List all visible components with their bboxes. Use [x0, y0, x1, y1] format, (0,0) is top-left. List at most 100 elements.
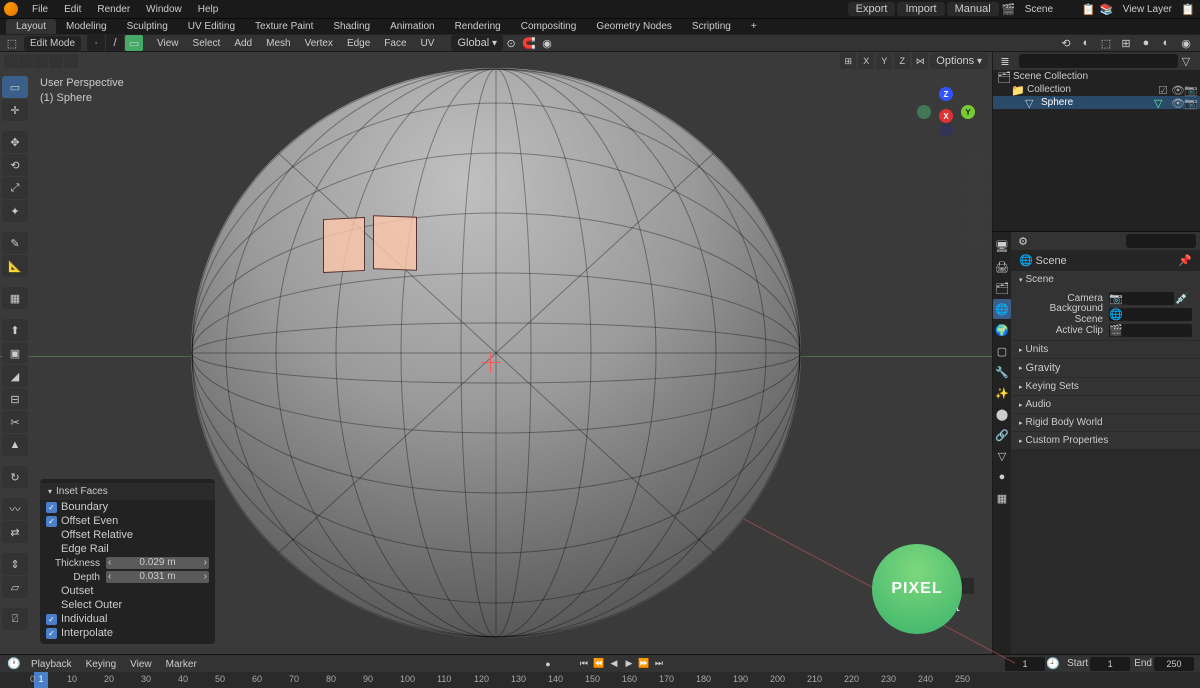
workspace-tab-sculpting[interactable]: Sculpting — [117, 19, 178, 34]
snap-icon[interactable]: 🧲 — [521, 35, 537, 51]
scene-name-field[interactable]: Scene — [1019, 2, 1079, 17]
eyedropper-icon[interactable]: 💉 — [1174, 290, 1190, 306]
jump-end-icon[interactable]: ⏭ — [652, 657, 666, 671]
workspace-tab-compositing[interactable]: Compositing — [511, 19, 587, 34]
autokey-icon[interactable]: ● — [541, 657, 555, 671]
camera-view-icon[interactable] — [966, 200, 986, 220]
prop-tab-particles[interactable]: ✨ — [993, 383, 1011, 403]
xray-toggle-icon[interactable]: ⬚ — [1098, 35, 1114, 51]
gravity-panel[interactable]: Gravity — [1011, 359, 1200, 378]
prop-tab-meshdata[interactable]: ▽ — [993, 446, 1011, 466]
3d-viewport[interactable]: ⊞ X Y Z ⋈ Options ▾ User Perspective (1)… — [0, 52, 992, 654]
prop-tab-render[interactable]: 🖥 — [993, 236, 1011, 256]
mode-dropdown[interactable]: Edit Mode — [24, 36, 81, 51]
properties-icon[interactable]: ⚙ — [1015, 233, 1031, 249]
edge-select-mode[interactable]: / — [106, 35, 124, 51]
extrude-tool[interactable]: ⬆ — [2, 319, 28, 341]
automerge-icon[interactable]: ⋈ — [912, 53, 928, 69]
outliner[interactable]: ≣ ▽ 🗂 Scene Collection 📁 Collection ☑ 👁 … — [993, 52, 1200, 232]
current-frame-field[interactable]: 1 — [1005, 657, 1045, 671]
options-dropdown[interactable]: Options ▾ — [930, 53, 988, 69]
menu-file[interactable]: File — [24, 2, 56, 17]
menu-render[interactable]: Render — [89, 2, 138, 17]
shading-matprev-icon[interactable]: ◐ — [1158, 35, 1174, 51]
overlay-toggle-icon[interactable]: ◐ — [1078, 35, 1094, 51]
interpolate-checkbox[interactable] — [46, 628, 57, 639]
header-menu-add[interactable]: Add — [227, 36, 259, 51]
timeline-menu-view[interactable]: View — [123, 657, 159, 672]
measure-tool[interactable]: 📐 — [2, 255, 28, 277]
mesh-display-icon[interactable]: ⊞ — [840, 53, 856, 69]
render-icon[interactable]: 📷 — [1184, 97, 1196, 108]
viewlayer-new-icon[interactable]: 📋 — [1180, 1, 1196, 17]
render-icon[interactable]: 📷 — [1184, 84, 1196, 95]
polybuild-tool[interactable]: ▲ — [2, 434, 28, 456]
header-menu-select[interactable]: Select — [186, 36, 228, 51]
keyingsets-panel[interactable]: Keying Sets — [1011, 378, 1200, 396]
scene-panel[interactable]: Scene Camera📷💉 Background Scene🌐 Active … — [1011, 271, 1200, 341]
header-menu-face[interactable]: Face — [377, 36, 413, 51]
timeline-ruler[interactable]: 1 01020304050607080901001101201301401501… — [0, 672, 1200, 688]
tool-settings-icon-3[interactable] — [34, 54, 48, 68]
outliner-filter-icon[interactable]: ▽ — [1178, 53, 1194, 69]
manual-button[interactable]: Manual — [947, 2, 999, 16]
timeline[interactable]: 🕐 PlaybackKeyingViewMarker ● ⏮ ⏪ ◀ ▶ ⏩ ⏭… — [0, 654, 1200, 688]
pin-icon[interactable]: 📌 — [1178, 254, 1192, 267]
zoom-icon[interactable] — [966, 152, 986, 172]
selected-face-1[interactable] — [323, 217, 365, 273]
export-button[interactable]: Export — [848, 2, 896, 16]
exclude-icon[interactable]: ☑ — [1158, 84, 1170, 95]
prop-tab-scene[interactable]: 🌐 — [993, 299, 1011, 319]
editor-type-icon[interactable]: ⬚ — [4, 35, 20, 51]
scale-tool[interactable]: ⤢ — [2, 177, 28, 199]
scene-panel-header[interactable]: Scene — [1011, 271, 1200, 288]
knife-tool[interactable]: ✂ — [2, 411, 28, 433]
play-icon[interactable]: ▶ — [622, 657, 636, 671]
selected-face-2[interactable] — [373, 215, 417, 271]
individual-checkbox[interactable] — [46, 614, 57, 625]
outliner-editor-icon[interactable]: ≣ — [997, 53, 1013, 69]
outset-checkbox[interactable] — [46, 586, 57, 597]
timeline-menu-playback[interactable]: Playback — [24, 657, 79, 672]
add-cube-tool[interactable]: ▦ — [2, 287, 28, 309]
play-reverse-icon[interactable]: ◀ — [607, 657, 621, 671]
annotate-tool[interactable]: ✎ — [2, 232, 28, 254]
header-menu-view[interactable]: View — [150, 36, 186, 51]
shading-wireframe-icon[interactable]: ⊞ — [1118, 35, 1134, 51]
offset-relative-checkbox[interactable] — [46, 530, 57, 541]
properties-search[interactable] — [1126, 234, 1196, 248]
shading-solid-icon[interactable]: ● — [1138, 35, 1154, 51]
scene-new-icon[interactable]: 📋 — [1081, 1, 1097, 17]
timeline-menu-keying[interactable]: Keying — [79, 657, 124, 672]
perspective-toggle-icon[interactable] — [966, 224, 986, 244]
move-tool[interactable]: ✥ — [2, 131, 28, 153]
import-button[interactable]: Import — [897, 2, 944, 16]
edgeslide-tool[interactable]: ⇄ — [2, 521, 28, 543]
tool-settings-icon[interactable] — [4, 54, 18, 68]
outliner-collection[interactable]: 📁 Collection ☑ 👁 📷 — [993, 83, 1200, 96]
gizmo-toggle-icon[interactable]: ⟲ — [1058, 35, 1074, 51]
outliner-item-sphere[interactable]: ▽ Sphere ▽ 👁 📷 — [993, 96, 1200, 109]
axis-y-toggle[interactable]: Y — [876, 53, 892, 69]
tool-settings-icon-2[interactable] — [19, 54, 33, 68]
workspace-tab-uv-editing[interactable]: UV Editing — [178, 19, 245, 34]
prop-tab-world[interactable]: 🌍 — [993, 320, 1011, 340]
shading-rendered-icon[interactable]: ◉ — [1178, 35, 1194, 51]
thickness-field[interactable]: 0.029 m — [106, 557, 209, 569]
smooth-tool[interactable]: 〰 — [2, 498, 28, 520]
workspace-tab-rendering[interactable]: Rendering — [445, 19, 511, 34]
properties-editor[interactable]: 🖥 🖨 🗂 🌐 🌍 ▢ 🔧 ✨ ⬤ 🔗 ▽ ● ▦ ⚙ — [993, 232, 1200, 654]
tool-settings-icon-5[interactable] — [64, 54, 78, 68]
inset-tool[interactable]: ▣ — [2, 342, 28, 364]
workspace-tab-geometry-nodes[interactable]: Geometry Nodes — [586, 19, 682, 34]
menu-edit[interactable]: Edit — [56, 2, 89, 17]
vertex-select-mode[interactable]: · — [87, 35, 105, 51]
outliner-search[interactable] — [1019, 54, 1178, 68]
boundary-checkbox[interactable] — [46, 502, 57, 513]
tool-settings-icon-4[interactable] — [49, 54, 63, 68]
depth-field[interactable]: 0.031 m — [106, 571, 209, 583]
menu-help[interactable]: Help — [190, 2, 227, 17]
workspace-tab-animation[interactable]: Animation — [380, 19, 444, 34]
keyframe-next-icon[interactable]: ⏩ — [637, 657, 651, 671]
viewlayer-name-field[interactable]: View Layer — [1117, 2, 1178, 17]
